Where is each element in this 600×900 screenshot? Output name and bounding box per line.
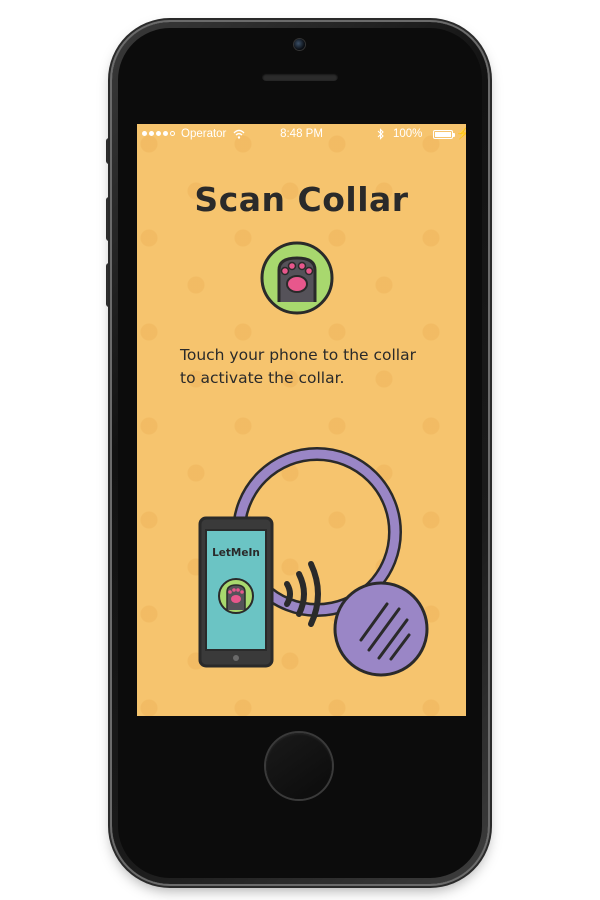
bluetooth-icon [377,128,384,140]
paw-icon [260,241,334,315]
front-camera [294,39,305,50]
collar-tag [333,581,429,677]
mini-app-label: LetMeIn [212,547,260,559]
mini-phone: LetMeIn [198,516,274,668]
phone-mockup: Operator 8:48 PM 100% ⚡ Scan Collar Touc… [0,0,600,900]
page-title: Scan Collar [194,180,409,219]
battery-icon [433,130,455,139]
battery-percent: 100% [393,128,423,140]
charge-icon: ⚡ [456,128,466,140]
earpiece [262,73,338,81]
app-screen: Operator 8:48 PM 100% ⚡ Scan Collar Touc… [137,124,466,716]
status-bar: Operator 8:48 PM 100% ⚡ [137,124,466,144]
instruction-text: Touch your phone to the collar to activa… [180,346,416,387]
home-button[interactable] [266,733,332,799]
scan-illustration: LetMeIn [198,447,429,677]
